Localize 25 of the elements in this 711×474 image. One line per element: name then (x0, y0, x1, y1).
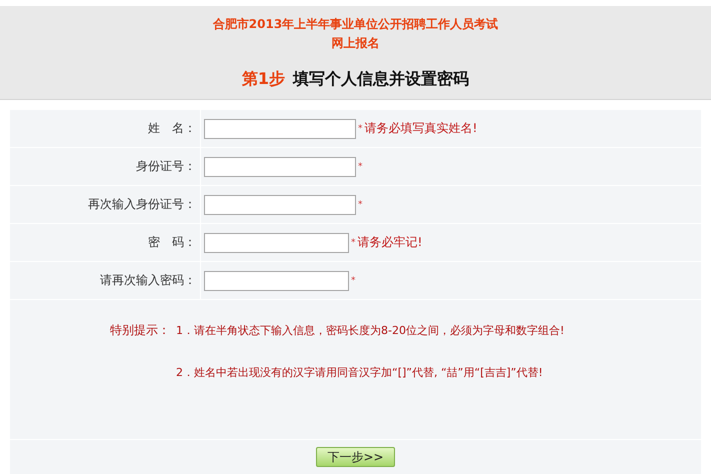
required-mark: * (358, 124, 362, 134)
notice-text: 1．请在半角状态下输入信息，密码长度为8-20位之间，必须为字母和数字组合! (176, 323, 564, 338)
field-label: 身份证号： (135, 158, 197, 175)
input-field[interactable] (204, 232, 349, 252)
field-label: 姓 名： (147, 120, 197, 137)
next-button[interactable]: 下一步>> (316, 447, 395, 467)
required-mark: * (358, 200, 362, 210)
step-label: 第1步 (242, 69, 286, 90)
required-mark: * (358, 162, 362, 172)
input-field[interactable] (204, 118, 356, 138)
field-label: 再次输入身份证号： (87, 196, 197, 213)
required-mark: * (351, 238, 356, 248)
field-label: 请再次输入密码： (99, 272, 197, 289)
field-label: 密 码： (147, 234, 197, 251)
required-mark: * (351, 276, 356, 286)
notice-heading: 特别提示： (110, 322, 171, 339)
input-field[interactable] (204, 156, 356, 176)
field-hint: 请务必填写真实姓名! (364, 120, 478, 137)
step-title: 填写个人信息并设置密码 (293, 69, 470, 90)
input-field[interactable] (204, 270, 349, 290)
field-hint: 请务必牢记! (358, 234, 422, 251)
notice-text: 2．姓名中若出现没有的汉字请用同音汉字加“[]”代替, “喆”用“[吉吉]”代替! (176, 365, 543, 380)
exam-title: 合肥市2013年上半年事业单位公开招聘工作人员考试 (212, 16, 498, 33)
exam-title: 网上报名 (332, 35, 380, 52)
input-field[interactable] (204, 194, 356, 214)
